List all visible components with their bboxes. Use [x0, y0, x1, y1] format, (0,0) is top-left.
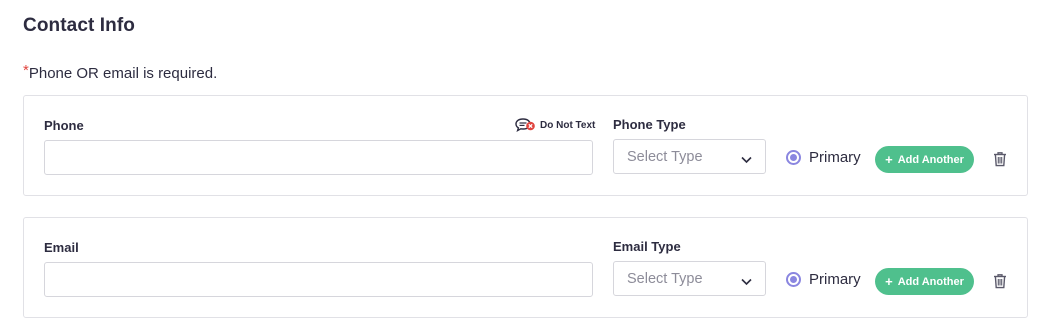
email-input[interactable] — [44, 262, 593, 297]
plus-icon: + — [885, 274, 893, 289]
chevron-down-icon — [741, 274, 752, 290]
email-primary-radio[interactable]: Primary — [786, 271, 861, 288]
phone-input[interactable] — [44, 140, 593, 175]
email-type-label: Email Type — [613, 239, 681, 254]
email-type-select[interactable]: Select Type — [613, 261, 766, 296]
trash-icon[interactable] — [993, 151, 1007, 172]
do-not-text-toggle[interactable]: Do Not Text — [514, 117, 595, 133]
email-add-another-label: Add Another — [897, 275, 964, 288]
required-star: * — [23, 62, 29, 79]
email-card: Email Email Type Select Type Primary + A… — [23, 217, 1028, 318]
email-add-another-button[interactable]: + Add Another — [875, 268, 974, 295]
phone-type-select[interactable]: Select Type — [613, 139, 766, 174]
required-note-text: Phone OR email is required. — [28, 65, 218, 82]
phone-primary-label: Primary — [809, 149, 861, 166]
phone-type-label: Phone Type — [613, 117, 686, 132]
do-not-text-label: Do Not Text — [540, 119, 596, 131]
email-primary-label: Primary — [809, 271, 861, 288]
phone-add-another-label: Add Another — [897, 153, 964, 166]
plus-icon: + — [885, 152, 893, 167]
phone-type-placeholder: Select Type — [627, 148, 703, 165]
phone-card: Phone Do Not Text Phone Type Select Type… — [23, 95, 1028, 196]
radio-selected-icon — [786, 272, 801, 287]
radio-selected-icon — [786, 150, 801, 165]
email-type-placeholder: Select Type — [627, 270, 703, 287]
trash-icon[interactable] — [993, 273, 1007, 294]
section-title: Contact Info — [23, 15, 136, 36]
no-text-message-icon — [514, 117, 536, 133]
email-label: Email — [44, 240, 79, 255]
phone-add-another-button[interactable]: + Add Another — [875, 146, 974, 173]
phone-primary-radio[interactable]: Primary — [786, 149, 861, 166]
required-note: *Phone OR email is required. — [23, 62, 218, 82]
chevron-down-icon — [741, 152, 752, 168]
phone-label: Phone — [44, 118, 84, 133]
